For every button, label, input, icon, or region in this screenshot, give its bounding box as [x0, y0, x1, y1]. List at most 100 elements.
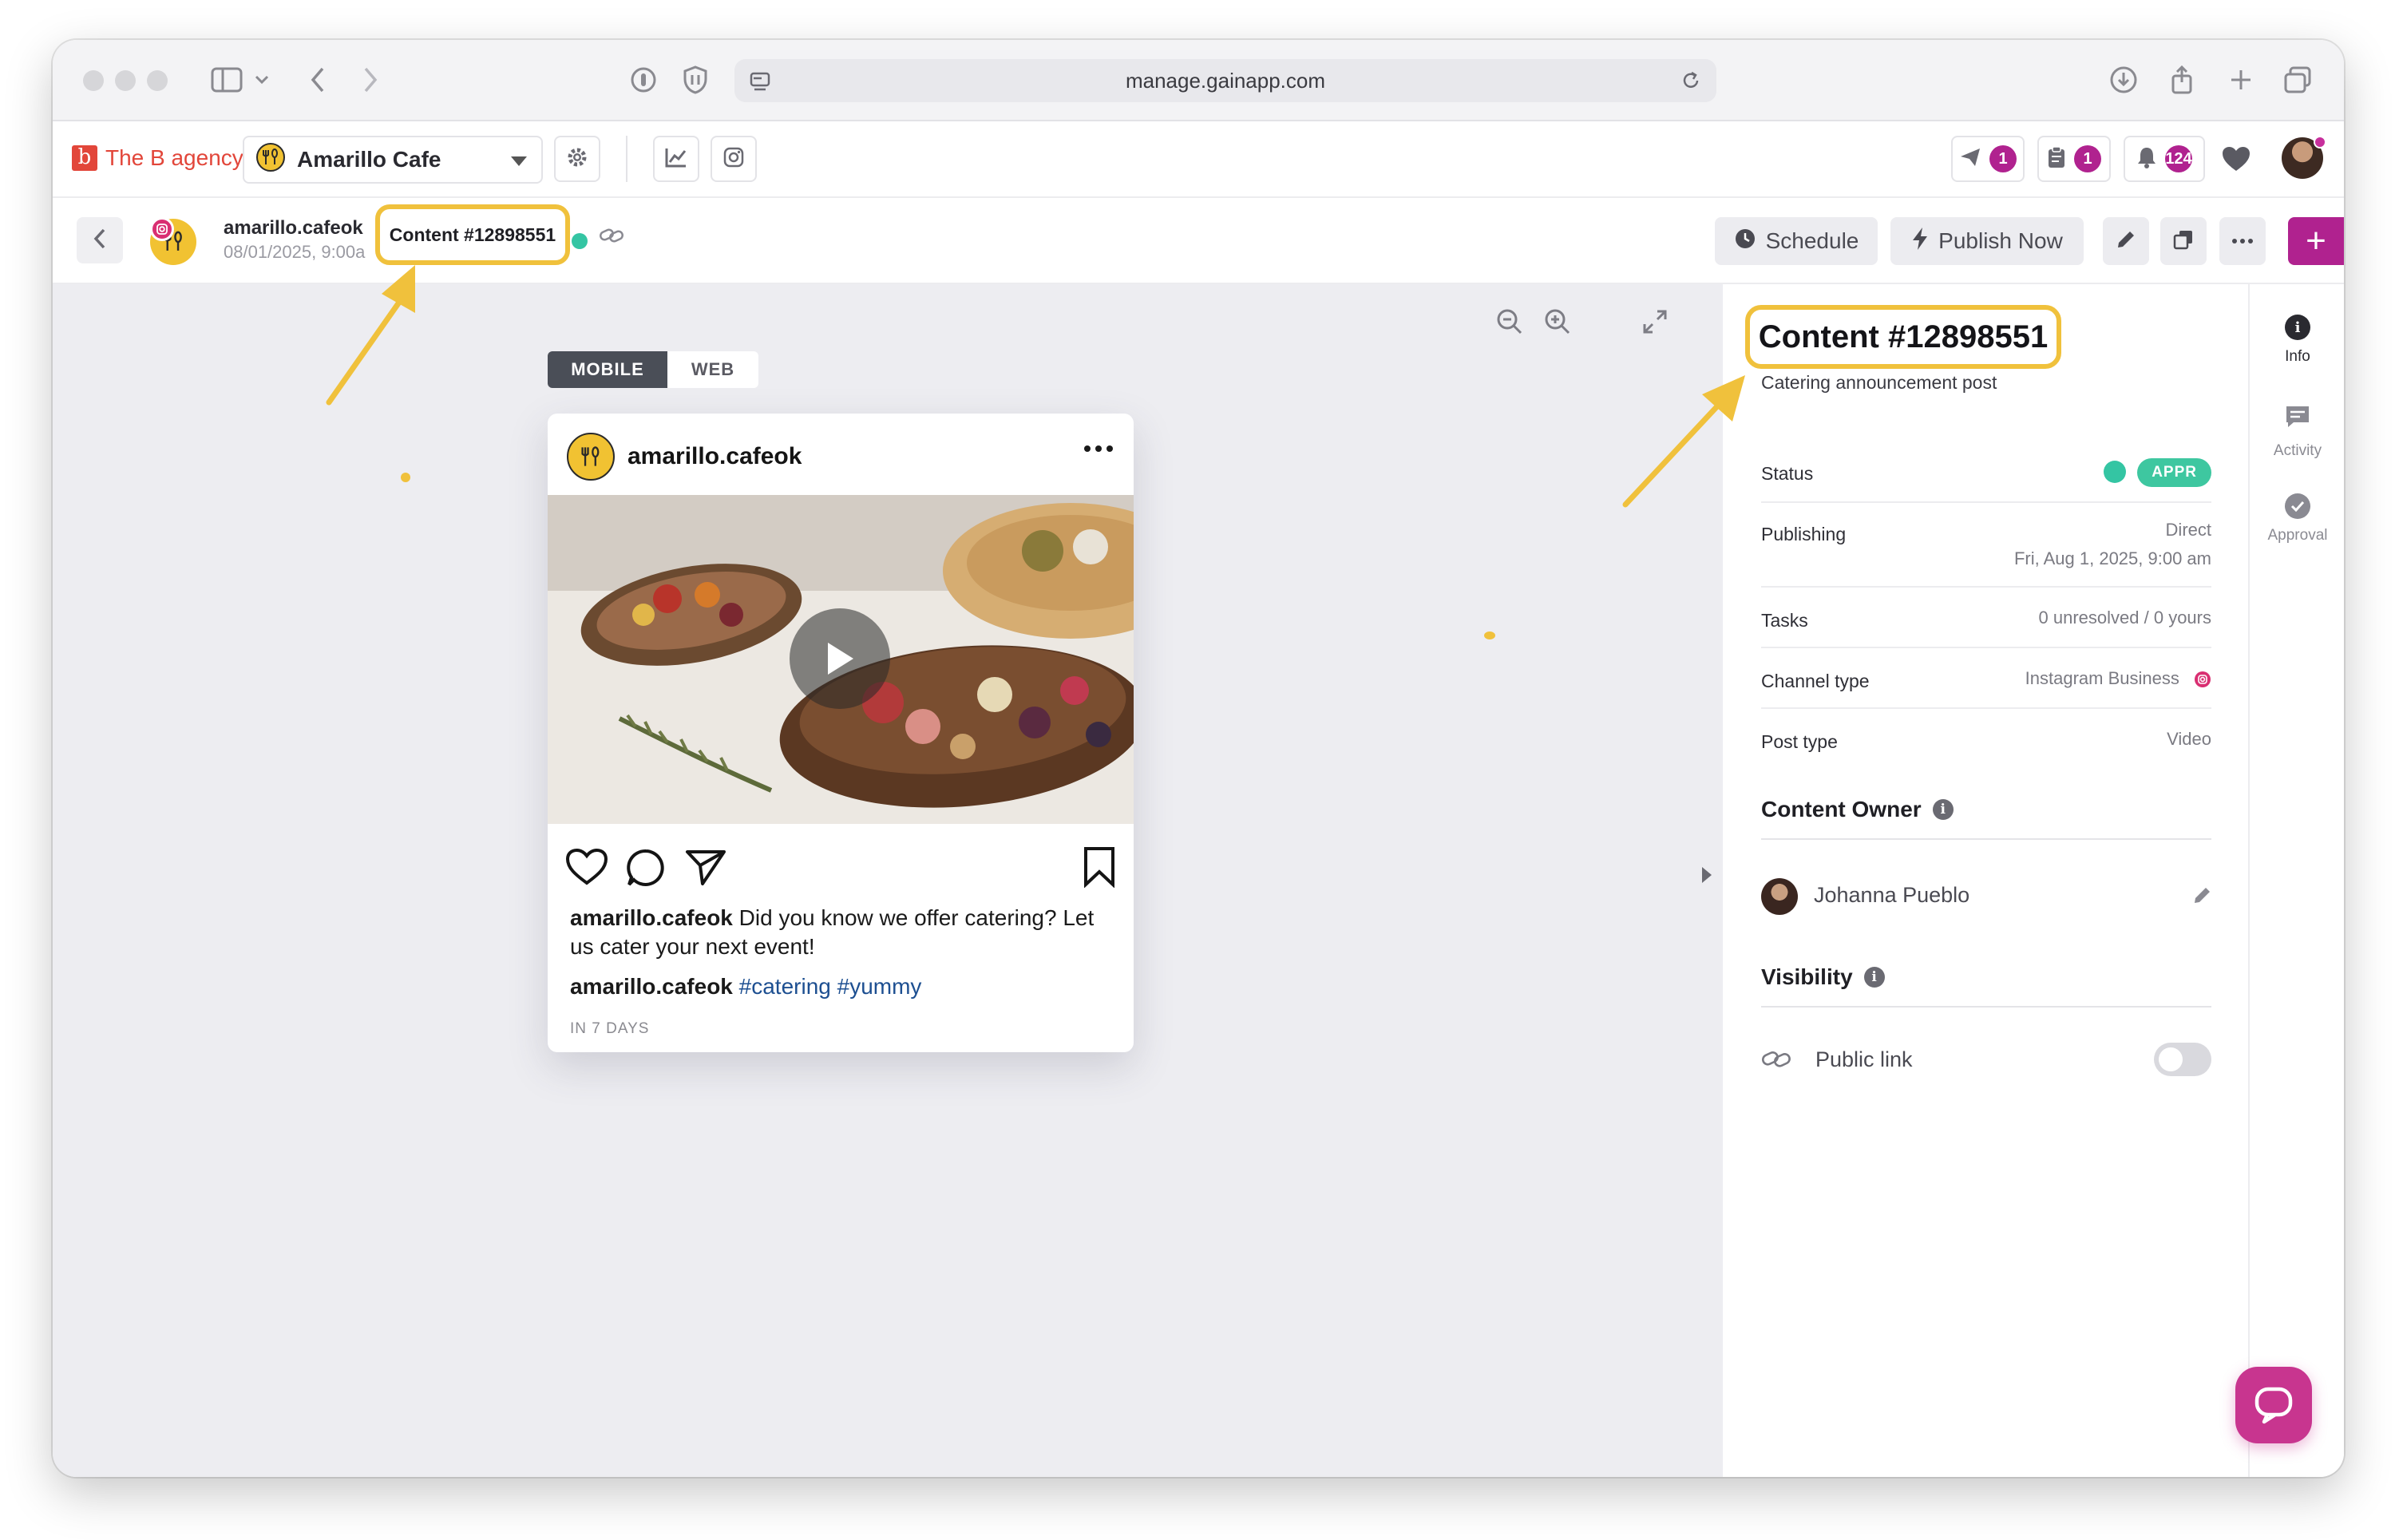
sidebar-toggle-icon[interactable]: [211, 64, 243, 96]
minimize-window-button[interactable]: [115, 70, 136, 91]
web-view-tab[interactable]: WEB: [667, 351, 758, 388]
bookmark-icon[interactable]: [1083, 846, 1116, 892]
heart-outline-icon[interactable]: [565, 848, 608, 890]
hashtag[interactable]: #catering: [739, 974, 831, 999]
support-chat-button[interactable]: [2235, 1367, 2312, 1443]
account-settings-button[interactable]: [554, 136, 600, 182]
close-window-button[interactable]: [83, 70, 104, 91]
post-time: IN 7 DAYS: [570, 1020, 650, 1037]
content-toolbar: amarillo.cafeok 08/01/2025, 9:00a Conten…: [53, 198, 2344, 284]
status-dot: [2104, 461, 2127, 484]
scheduled-date: 08/01/2025, 9:00a: [224, 242, 366, 262]
expand-icon[interactable]: [1641, 308, 1669, 339]
publishing-label: Publishing: [1761, 524, 1847, 544]
browser-toolbar: manage.gainapp.com: [53, 40, 2344, 121]
hashtag[interactable]: #yummy: [837, 974, 922, 999]
agency-logo: b: [72, 145, 97, 171]
outbox-button[interactable]: 1: [1951, 136, 2025, 182]
mobile-view-tab[interactable]: MOBILE: [548, 351, 667, 388]
visibility-heading: Visibility i: [1761, 964, 1885, 990]
post-type-value: Video: [2167, 729, 2211, 749]
share-send-icon[interactable]: [685, 848, 726, 890]
add-content-button[interactable]: +: [2288, 217, 2344, 265]
instagram-post-preview: amarillo.cafeok amarillo.cafeok Did you …: [548, 414, 1134, 1052]
post-account-avatar: [567, 433, 615, 481]
publish-now-label: Publish Now: [1938, 228, 2063, 253]
play-icon: [828, 643, 853, 675]
post-video-thumbnail[interactable]: [548, 495, 1134, 824]
edit-button[interactable]: [2103, 217, 2149, 265]
tasks-button[interactable]: 1: [2037, 136, 2111, 182]
heart-icon[interactable]: [2221, 145, 2251, 176]
post-more-icon[interactable]: [1084, 445, 1113, 452]
browser-window: manage.gainapp.com b The B agency Amaril…: [53, 40, 2344, 1477]
post-account-handle: amarillo.cafeok: [627, 443, 802, 469]
info-icon[interactable]: i: [1932, 799, 1954, 820]
rail-info-tab[interactable]: i Info: [2250, 315, 2344, 366]
owner-avatar: [1761, 878, 1798, 915]
clipboard-icon: [2047, 145, 2066, 173]
instagram-channel-button[interactable]: [711, 136, 757, 182]
publishing-date: Fri, Aug 1, 2025, 9:00 am: [2013, 548, 2211, 568]
rail-activity-label: Activity: [2273, 442, 2322, 459]
info-icon: i: [2285, 315, 2310, 340]
forward-nav-icon[interactable]: [361, 64, 380, 96]
approved-badge: APPR: [2137, 458, 2211, 487]
tasks-row: Tasks 0 unresolved / 0 yours: [1761, 588, 2211, 648]
owner-name: Johanna Pueblo: [1814, 883, 1970, 907]
zoom-out-icon[interactable]: [1496, 308, 1523, 339]
panel-collapse-icon[interactable]: [1702, 867, 1712, 883]
instagram-badge-icon: [150, 217, 174, 241]
caption-handle: amarillo.cafeok: [570, 905, 733, 930]
password-icon[interactable]: [629, 64, 658, 96]
channel-type-value: Instagram Business: [2025, 664, 2211, 693]
tasks-value[interactable]: 0 unresolved / 0 yours: [2039, 604, 2211, 632]
play-button[interactable]: [790, 608, 890, 709]
send-icon: [1959, 147, 1981, 172]
public-link-toggle[interactable]: [2154, 1043, 2211, 1076]
publishing-row: Publishing Direct Fri, Aug 1, 2025, 9:00…: [1761, 503, 2211, 588]
chevron-down-icon[interactable]: [254, 64, 270, 96]
info-icon[interactable]: i: [1863, 967, 1885, 988]
share-icon[interactable]: [2170, 64, 2194, 96]
hashtag-handle: amarillo.cafeok: [570, 974, 733, 999]
more-options-button[interactable]: [2219, 217, 2266, 265]
reload-icon[interactable]: [1680, 69, 1702, 97]
rail-approval-tab[interactable]: Approval: [2250, 493, 2344, 544]
content-owner-heading: Content Owner i: [1761, 797, 1954, 822]
duplicate-button[interactable]: [2160, 217, 2207, 265]
preview-canvas: MOBILE WEB amarillo.cafeok amarillo.cafe…: [53, 284, 1723, 1477]
back-nav-icon[interactable]: [308, 64, 327, 96]
notifications-count-badge: 124: [2165, 145, 2192, 172]
post-actions: [565, 843, 1116, 891]
channel-type-label: Channel type: [1761, 671, 1870, 691]
site-settings-icon[interactable]: [749, 70, 771, 98]
rail-activity-tab[interactable]: Activity: [2250, 404, 2344, 460]
edit-owner-icon[interactable]: [2192, 885, 2213, 909]
status-indicator: [572, 233, 588, 249]
url-text: manage.gainapp.com: [1125, 68, 1326, 93]
downloads-icon[interactable]: [2109, 64, 2138, 96]
status-value[interactable]: APPR: [2104, 457, 2211, 487]
back-button[interactable]: [77, 217, 123, 263]
publish-now-button[interactable]: Publish Now: [1890, 217, 2084, 265]
account-selector[interactable]: Amarillo Cafe: [243, 136, 543, 184]
pencil-icon: [2115, 228, 2137, 255]
agency-brand[interactable]: b The B agency: [72, 145, 243, 171]
maximize-window-button[interactable]: [147, 70, 168, 91]
new-tab-icon[interactable]: [2229, 64, 2253, 96]
preview-mode-toggle[interactable]: MOBILE WEB: [548, 351, 758, 388]
notifications-button[interactable]: 124: [2124, 136, 2205, 182]
address-bar[interactable]: manage.gainapp.com: [734, 59, 1716, 102]
outbox-count-badge: 1: [1989, 145, 2017, 172]
privacy-shield-icon[interactable]: [682, 64, 709, 96]
visibility-title: Visibility: [1761, 964, 1853, 989]
zoom-in-icon[interactable]: [1544, 308, 1571, 339]
analytics-button[interactable]: [653, 136, 699, 182]
channel-type-row: Channel type Instagram Business: [1761, 648, 2211, 709]
tab-overview-icon[interactable]: [2283, 64, 2312, 96]
window-controls[interactable]: [83, 70, 168, 91]
schedule-button[interactable]: Schedule: [1715, 217, 1878, 265]
comment-icon[interactable]: [626, 848, 666, 892]
link-icon[interactable]: [599, 227, 624, 248]
